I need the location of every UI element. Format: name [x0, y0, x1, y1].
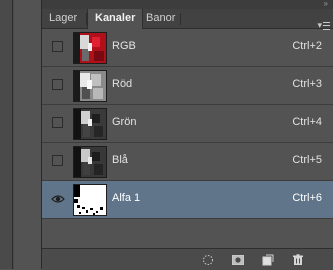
- channel-row-alpha-1[interactable]: Alfa 1 Ctrl+6: [42, 181, 333, 219]
- visibility-toggle[interactable]: [52, 155, 63, 166]
- visibility-toggle[interactable]: [52, 79, 63, 90]
- green-channel-thumbnail-icon: [73, 108, 107, 140]
- left-dock-strip: [0, 0, 14, 269]
- channel-name: Röd: [112, 78, 133, 90]
- load-selection-icon[interactable]: [202, 254, 214, 266]
- blue-channel-thumbnail-icon: [73, 146, 107, 178]
- red-channel-thumbnail-icon: [73, 70, 107, 102]
- channel-name: Grön: [112, 116, 137, 128]
- channel-shortcut: Ctrl+6: [292, 192, 322, 204]
- channel-name: RGB: [112, 40, 136, 52]
- channel-shortcut: Ctrl+4: [292, 116, 322, 128]
- rgb-thumbnail-icon: [73, 32, 107, 64]
- tab-lager[interactable]: Lager: [42, 9, 84, 28]
- eye-icon[interactable]: [51, 194, 65, 204]
- new-channel-icon[interactable]: [262, 254, 274, 266]
- tab-kanaler[interactable]: Kanaler: [87, 9, 144, 29]
- tab-banor[interactable]: Banor: [139, 9, 182, 28]
- visibility-toggle[interactable]: [52, 41, 63, 52]
- save-selection-icon[interactable]: [232, 254, 244, 266]
- channels-panel: » Lager Kanaler Banor ▾ RGB Ctrl+2 Röd C…: [41, 0, 333, 270]
- channel-name: Blå: [112, 154, 128, 166]
- channel-shortcut: Ctrl+3: [292, 78, 322, 90]
- channel-row-rgb[interactable]: RGB Ctrl+2: [42, 29, 333, 67]
- channel-shortcut: Ctrl+5: [292, 154, 322, 166]
- alpha-channel-thumbnail-icon: [73, 184, 107, 216]
- delete-channel-icon[interactable]: [292, 254, 304, 266]
- channel-row-blue[interactable]: Blå Ctrl+5: [42, 143, 333, 181]
- channel-shortcut: Ctrl+2: [292, 40, 322, 52]
- channel-row-green[interactable]: Grön Ctrl+4: [42, 105, 333, 143]
- channel-name: Alfa 1: [112, 192, 141, 204]
- panel-tabs: Lager Kanaler Banor ▾: [42, 9, 333, 30]
- channel-row-red[interactable]: Röd Ctrl+3: [42, 67, 333, 105]
- channels-bottom-toolbar: [42, 248, 333, 270]
- collapse-icon[interactable]: »: [324, 0, 329, 8]
- visibility-toggle[interactable]: [52, 117, 63, 128]
- visibility-toggle[interactable]: [51, 193, 65, 204]
